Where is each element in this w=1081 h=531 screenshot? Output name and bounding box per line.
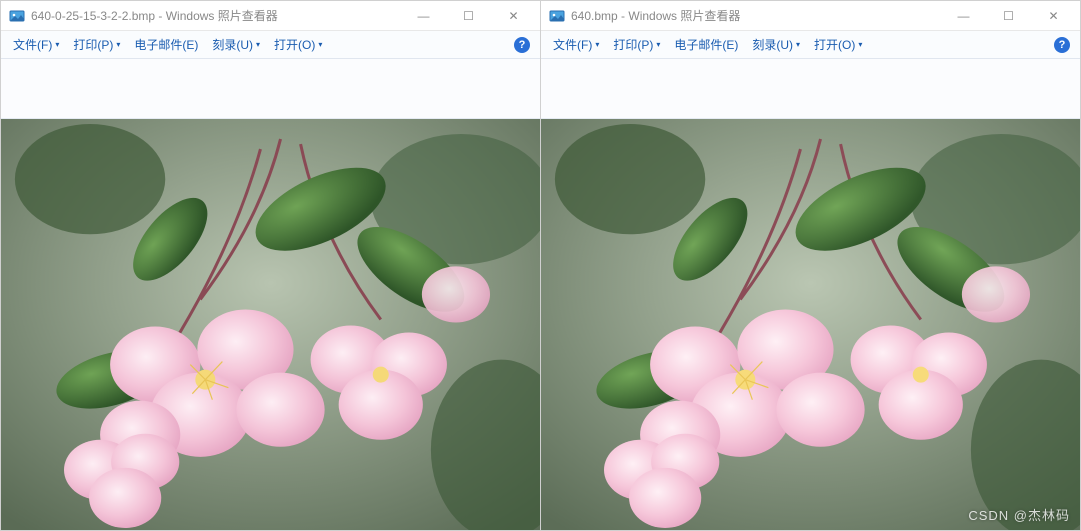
help-button[interactable]: ? — [514, 37, 530, 53]
minimize-icon: — — [958, 9, 970, 23]
image-viewport[interactable] — [1, 119, 540, 530]
close-button[interactable]: ✕ — [491, 2, 536, 30]
menu-email[interactable]: 电子邮件(E) — [668, 33, 744, 56]
help-icon: ? — [1059, 39, 1066, 51]
maximize-button[interactable]: ☐ — [986, 2, 1031, 30]
image-viewport[interactable]: CSDN @杰林码 — [541, 119, 1080, 530]
chevron-down-icon: ▾ — [656, 40, 660, 49]
maximize-icon: ☐ — [1003, 9, 1014, 23]
minimize-button[interactable]: — — [941, 2, 986, 30]
toolbar-strip — [1, 59, 540, 119]
menu-open[interactable]: 打开(O)▾ — [268, 33, 328, 56]
chevron-down-icon: ▾ — [595, 40, 599, 49]
chevron-down-icon: ▾ — [116, 40, 120, 49]
chevron-down-icon: ▾ — [858, 40, 862, 49]
menubar: 文件(F)▾ 打印(P)▾ 电子邮件(E) 刻录(U)▾ 打开(O)▾ ? — [1, 31, 540, 59]
window-controls: — ☐ ✕ — [941, 2, 1076, 30]
menu-print[interactable]: 打印(P)▾ — [67, 33, 126, 56]
photo-image — [541, 119, 1080, 530]
menu-print[interactable]: 打印(P)▾ — [607, 33, 666, 56]
menu-email[interactable]: 电子邮件(E) — [128, 33, 204, 56]
menu-file[interactable]: 文件(F)▾ — [547, 33, 605, 56]
menubar: 文件(F)▾ 打印(P)▾ 电子邮件(E) 刻录(U)▾ 打开(O)▾ ? — [541, 31, 1080, 59]
close-icon: ✕ — [508, 9, 518, 23]
chevron-down-icon: ▾ — [796, 40, 800, 49]
close-button[interactable]: ✕ — [1031, 2, 1076, 30]
photo-image — [1, 119, 540, 530]
titlebar[interactable]: 640-0-25-15-3-2-2.bmp - Windows 照片查看器 — … — [1, 1, 540, 31]
photo-viewer-window-right: 640.bmp - Windows 照片查看器 — ☐ ✕ 文件(F)▾ 打印(… — [541, 0, 1081, 531]
menu-burn[interactable]: 刻录(U)▾ — [206, 33, 266, 56]
window-title: 640-0-25-15-3-2-2.bmp - Windows 照片查看器 — [31, 7, 401, 24]
maximize-button[interactable]: ☐ — [446, 2, 491, 30]
app-icon — [9, 8, 25, 24]
close-icon: ✕ — [1048, 9, 1058, 23]
toolbar-strip — [541, 59, 1080, 119]
help-icon: ? — [519, 39, 526, 51]
help-button[interactable]: ? — [1054, 37, 1070, 53]
maximize-icon: ☐ — [463, 9, 474, 23]
minimize-button[interactable]: — — [401, 2, 446, 30]
menu-burn[interactable]: 刻录(U)▾ — [746, 33, 806, 56]
chevron-down-icon: ▾ — [55, 40, 59, 49]
menu-open[interactable]: 打开(O)▾ — [808, 33, 868, 56]
chevron-down-icon: ▾ — [256, 40, 260, 49]
app-icon — [549, 8, 565, 24]
window-title: 640.bmp - Windows 照片查看器 — [571, 7, 941, 24]
titlebar[interactable]: 640.bmp - Windows 照片查看器 — ☐ ✕ — [541, 1, 1080, 31]
window-controls: — ☐ ✕ — [401, 2, 536, 30]
photo-viewer-window-left: 640-0-25-15-3-2-2.bmp - Windows 照片查看器 — … — [0, 0, 541, 531]
chevron-down-icon: ▾ — [318, 40, 322, 49]
minimize-icon: — — [418, 9, 430, 23]
watermark: CSDN @杰林码 — [968, 505, 1070, 524]
menu-file[interactable]: 文件(F)▾ — [7, 33, 65, 56]
